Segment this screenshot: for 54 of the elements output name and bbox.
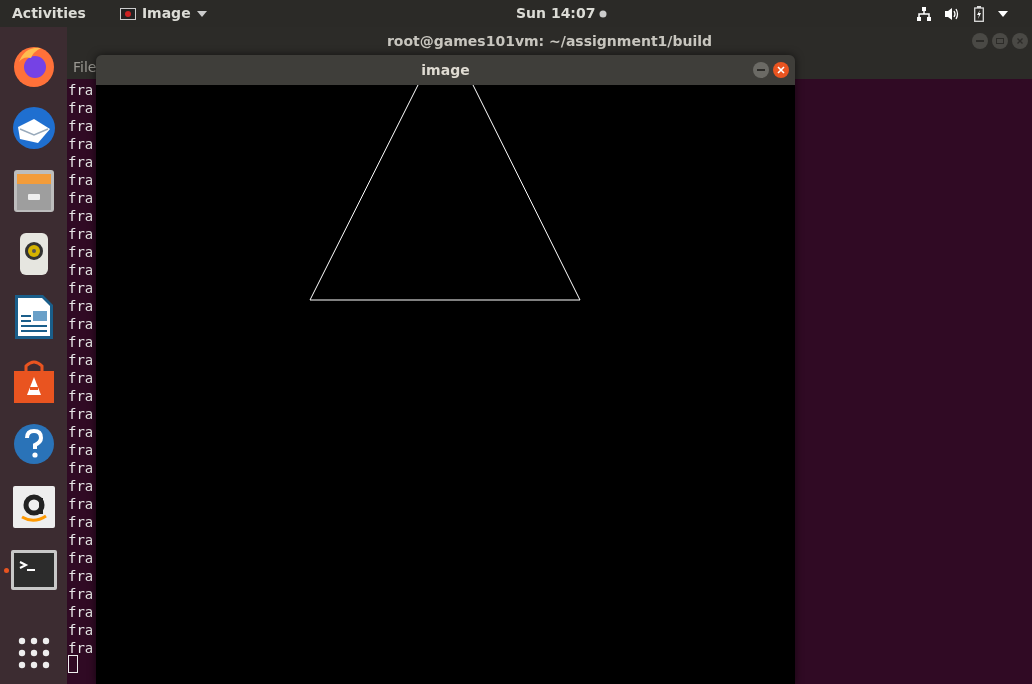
terminal-line: fra: [68, 531, 95, 549]
terminal-line: fra: [68, 99, 95, 117]
shopping-bag-icon: [12, 358, 55, 403]
terminal-line: fra: [68, 207, 95, 225]
file-cabinet-icon: [11, 168, 56, 214]
terminal-line: fra: [68, 135, 95, 153]
terminal-line: fra: [68, 459, 95, 477]
terminal-line: fra: [68, 639, 95, 657]
terminal-icon: [10, 550, 57, 591]
running-indicator: [3, 567, 9, 573]
terminal-line: fra: [68, 333, 95, 351]
terminal-line: fra: [68, 423, 95, 441]
terminal-line: fra: [68, 81, 95, 99]
terminal-line: fra: [68, 549, 95, 567]
volume-icon[interactable]: [945, 6, 960, 21]
app-menu[interactable]: Image: [119, 3, 207, 24]
cursor: [68, 655, 78, 673]
terminal-line: fra: [68, 351, 95, 369]
notification-dot-icon: [599, 9, 608, 18]
terminal-line: fra: [68, 171, 95, 189]
window-title: image: [421, 60, 470, 80]
close-button[interactable]: [773, 62, 789, 78]
app-window-icon: [119, 7, 136, 20]
terminal-line: fra: [68, 387, 95, 405]
menu-item[interactable]: File: [73, 56, 97, 78]
terminal-line: fra: [68, 225, 95, 243]
terminal-line: fra: [68, 189, 95, 207]
caret-icon[interactable]: [998, 10, 1008, 17]
terminal-line: fra: [68, 477, 95, 495]
terminal-line: fra: [68, 117, 95, 135]
terminal-line: fra: [68, 279, 95, 297]
terminal-line: fra: [68, 585, 95, 603]
question-icon: [12, 422, 55, 465]
terminal-line: fra: [68, 153, 95, 171]
terminal-line: fra: [68, 315, 95, 333]
terminal-line: fra: [68, 297, 95, 315]
terminal-line: fra: [68, 369, 95, 387]
terminal-line: fra: [68, 513, 95, 531]
terminal-line: fra: [68, 621, 95, 639]
window-title: root@games101vm: ~/assignment1/build: [386, 31, 713, 51]
battery-icon[interactable]: [974, 5, 984, 22]
terminal-line: fra: [68, 495, 95, 513]
terminal-line: fra: [68, 603, 95, 621]
activities-button[interactable]: Activities: [12, 3, 86, 24]
terminal-line: fra: [68, 405, 95, 423]
terminal-line: fra: [68, 441, 95, 459]
terminal-line: fra: [68, 261, 95, 279]
clock[interactable]: Sun 14:07: [516, 3, 596, 24]
document-icon: [12, 293, 55, 342]
caret-icon: [196, 10, 207, 17]
app-grid-icon: [17, 637, 50, 670]
network-icon[interactable]: [917, 6, 931, 21]
terminal-line: fra: [68, 567, 95, 585]
terminal-line: fra: [68, 243, 95, 261]
